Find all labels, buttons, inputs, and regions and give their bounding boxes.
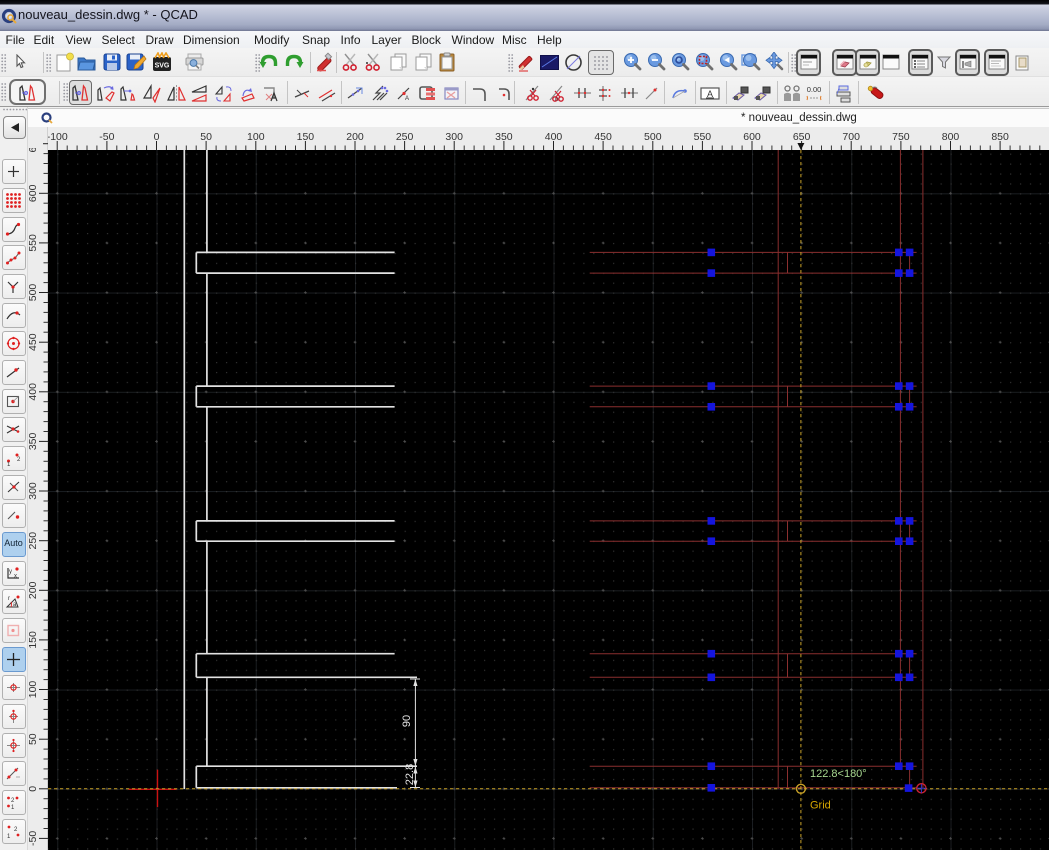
svg-text:300: 300	[28, 482, 39, 500]
svg-text:350: 350	[495, 131, 513, 143]
svg-text:500: 500	[644, 131, 662, 143]
svg-text:550: 550	[28, 234, 39, 252]
svg-text:600: 600	[28, 184, 39, 202]
svg-text:SVG: SVG	[155, 63, 170, 70]
svg-text:500: 500	[28, 284, 39, 302]
svg-text:1: 1	[11, 805, 15, 811]
svg-text:850: 850	[991, 131, 1009, 143]
svg-text:150: 150	[28, 631, 39, 649]
svg-text:50: 50	[200, 131, 212, 143]
svg-text:r: r	[8, 596, 10, 602]
svg-text:250: 250	[396, 131, 414, 143]
svg-text:550: 550	[694, 131, 712, 143]
svg-text:450: 450	[28, 333, 39, 351]
svg-text:200: 200	[346, 131, 364, 143]
svg-text:Grid: Grid	[810, 800, 831, 812]
svg-text:-50: -50	[99, 131, 114, 143]
svg-text:800: 800	[942, 131, 960, 143]
svg-text:122.8<180°: 122.8<180°	[810, 768, 867, 780]
svg-text:2: 2	[17, 457, 21, 463]
svg-text:650: 650	[793, 131, 811, 143]
svg-text:1: 1	[7, 462, 11, 467]
svg-text:300: 300	[445, 131, 463, 143]
svg-text:100: 100	[247, 131, 265, 143]
svg-text:-100: -100	[48, 131, 68, 143]
svg-text:350: 350	[28, 432, 39, 450]
svg-text:150: 150	[297, 131, 315, 143]
svg-text:700: 700	[842, 131, 860, 143]
svg-text:400: 400	[545, 131, 563, 143]
svg-text:0.00: 0.00	[807, 85, 822, 94]
svg-text:x: x	[14, 573, 17, 579]
svg-text:0: 0	[154, 131, 160, 143]
svg-text:n: n	[555, 96, 559, 103]
svg-text:50: 50	[28, 733, 39, 745]
svg-text:1: 1	[7, 834, 11, 840]
svg-text:250: 250	[28, 532, 39, 550]
svg-text:100: 100	[28, 681, 39, 699]
svg-text:450: 450	[594, 131, 612, 143]
svg-text:200: 200	[28, 581, 39, 599]
svg-text:0: 0	[28, 786, 39, 792]
svg-text:2: 2	[11, 798, 15, 804]
svg-text:22.8: 22.8	[404, 764, 416, 785]
svg-text:y: y	[9, 569, 12, 575]
svg-text:2: 2	[14, 827, 18, 833]
svg-text:400: 400	[28, 383, 39, 401]
svg-text:750: 750	[892, 131, 910, 143]
svg-text:A: A	[405, 96, 409, 102]
svg-text:600: 600	[743, 131, 761, 143]
svg-text:90: 90	[401, 715, 413, 727]
svg-text:-50: -50	[28, 831, 39, 846]
